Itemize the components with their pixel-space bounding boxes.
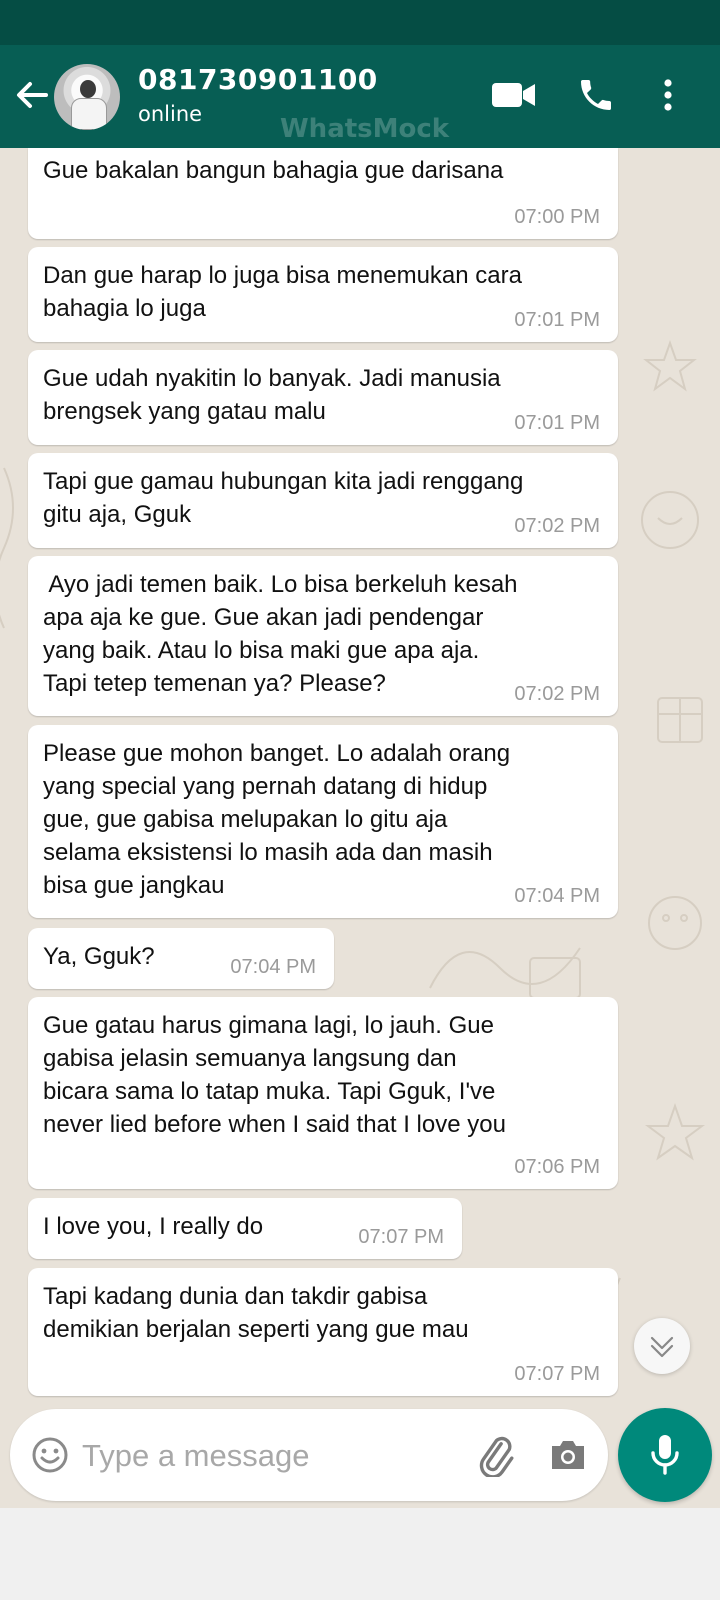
message-time: 07:04 PM	[230, 956, 316, 978]
message-text: Gue gatau harus gimana lagi, lo jauh. Gu…	[43, 1012, 506, 1138]
attach-icon[interactable]	[473, 1433, 517, 1477]
message-time: 07:02 PM	[514, 683, 600, 705]
message-input[interactable]	[80, 1429, 464, 1483]
watermark: WhatsMock	[280, 114, 450, 144]
message-bubble[interactable]: Gue gatau harus gimana lagi, lo jauh. Gu…	[28, 997, 618, 1189]
voice-message-button[interactable]	[618, 1408, 712, 1502]
message-bubble[interactable]: Ya, Gguk? 07:04 PM	[28, 928, 334, 989]
message-time: 07:01 PM	[514, 309, 600, 331]
message-time: 07:07 PM	[514, 1363, 600, 1385]
bottom-spacer	[0, 1508, 720, 1600]
chat-header: 081730901100 online WhatsMock	[0, 45, 720, 148]
message-text: Gue udah nyakitin lo banyak. Jadi manusi…	[43, 365, 501, 425]
message-text: Tapi kadang dunia dan takdir gabisa demi…	[43, 1283, 469, 1343]
message-bubble[interactable]: Ayo jadi temen baik. Lo bisa berkeluh ke…	[28, 556, 618, 716]
message-bubble[interactable]: I love you, I really do 07:07 PM	[28, 1198, 462, 1259]
chat-area[interactable]: Gue bakalan bangun bahagia gue darisana …	[0, 148, 720, 1508]
message-time: 07:00 PM	[514, 206, 600, 228]
double-chevron-down-icon	[650, 1336, 674, 1358]
back-arrow-icon[interactable]	[12, 75, 52, 115]
contact-name[interactable]: 081730901100	[138, 63, 378, 96]
message-text: Gue bakalan bangun bahagia gue darisana	[43, 157, 504, 184]
message-time: 07:04 PM	[514, 885, 600, 907]
video-call-icon[interactable]	[490, 75, 538, 115]
message-bubble[interactable]: Gue bakalan bangun bahagia gue darisana …	[28, 148, 618, 239]
message-bubble[interactable]: Please gue mohon banget. Lo adalah orang…	[28, 725, 618, 918]
message-time: 07:06 PM	[514, 1156, 600, 1178]
message-bubble[interactable]: Dan gue harap lo juga bisa menemukan car…	[28, 247, 618, 342]
phone-icon[interactable]	[576, 75, 616, 115]
mic-icon	[651, 1435, 679, 1475]
avatar[interactable]	[54, 64, 120, 130]
message-bubble[interactable]: Tapi kadang dunia dan takdir gabisa demi…	[28, 1268, 618, 1396]
message-time: 07:01 PM	[514, 412, 600, 434]
status-bar	[0, 0, 720, 45]
message-text: Please gue mohon banget. Lo adalah orang…	[43, 740, 511, 899]
emoji-icon[interactable]	[30, 1435, 70, 1475]
message-text: Tapi gue gamau hubungan kita jadi rengga…	[43, 468, 524, 528]
contact-status: online	[138, 102, 203, 126]
message-time: 07:02 PM	[514, 515, 600, 537]
message-text: I love you, I really do	[43, 1213, 264, 1240]
message-time: 07:07 PM	[358, 1226, 444, 1248]
message-text: Ya, Gguk?	[43, 943, 155, 970]
camera-icon[interactable]	[548, 1437, 588, 1473]
more-options-icon[interactable]	[660, 75, 676, 115]
message-text: Dan gue harap lo juga bisa menemukan car…	[43, 262, 522, 322]
message-bubble[interactable]: Gue udah nyakitin lo banyak. Jadi manusi…	[28, 350, 618, 445]
message-composer	[10, 1409, 608, 1501]
scroll-to-bottom-button[interactable]	[634, 1318, 690, 1374]
message-bubble[interactable]: Tapi gue gamau hubungan kita jadi rengga…	[28, 453, 618, 548]
message-text: Ayo jadi temen baik. Lo bisa berkeluh ke…	[43, 571, 518, 697]
